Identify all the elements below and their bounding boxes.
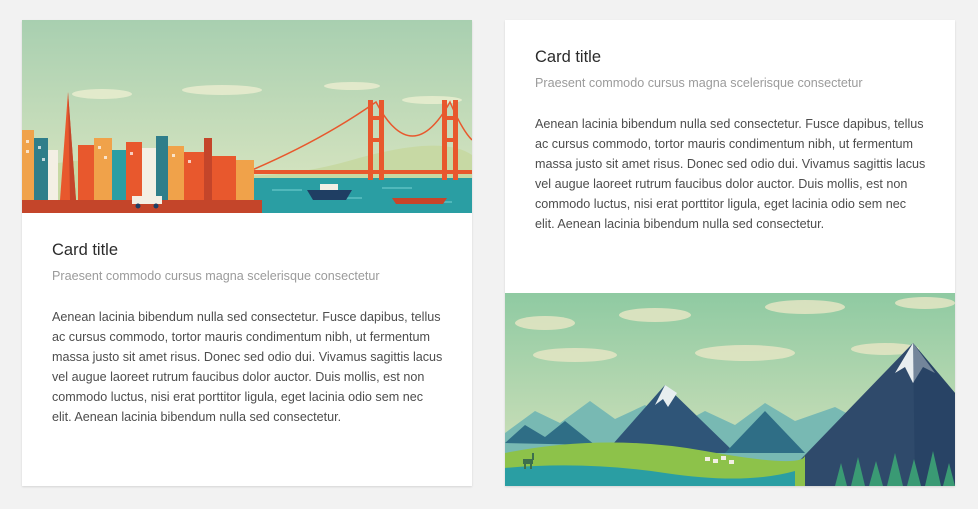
city-illustration-image — [22, 20, 472, 213]
card-subtitle: Praesent commodo cursus magna scelerisqu… — [52, 269, 380, 283]
card-subtitle: Praesent commodo cursus magna scelerisqu… — [535, 76, 863, 90]
card-title: Card title — [52, 241, 119, 259]
card-mountains: Card title Praesent commodo cursus magna… — [505, 20, 955, 486]
mountain-illustration-image — [505, 293, 955, 486]
card-body-text: Aenean lacinia bibendum nulla sed consec… — [52, 310, 443, 424]
card-content: Card title Praesent commodo cursus magna… — [52, 238, 444, 427]
card-title: Card title — [535, 48, 602, 66]
card-body-text: Aenean lacinia bibendum nulla sed consec… — [535, 117, 926, 231]
card-city: Card title Praesent commodo cursus magna… — [22, 20, 472, 486]
card-content: Card title Praesent commodo cursus magna… — [535, 45, 927, 234]
